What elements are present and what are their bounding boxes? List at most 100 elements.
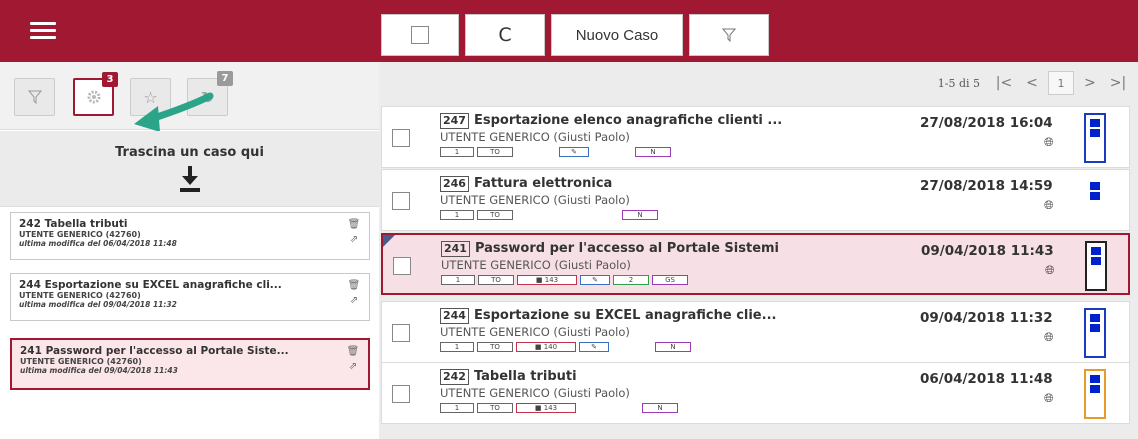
globe-icon: 🌐︎ bbox=[1044, 135, 1054, 149]
case-tag: TO bbox=[477, 210, 513, 220]
top-bar: C Nuovo Caso bbox=[0, 0, 1138, 62]
row-checkbox[interactable] bbox=[392, 129, 410, 147]
case-id: 241 bbox=[441, 241, 470, 257]
case-row[interactable]: 246 Fattura elettronica UTENTE GENERICO (G… bbox=[381, 169, 1130, 231]
trash-icon[interactable]: 🗑 bbox=[348, 280, 361, 291]
case-row-selected[interactable]: 241 Password per l'accesso al Portale Sis… bbox=[381, 233, 1130, 295]
case-title-text: Tabella tributi bbox=[473, 369, 577, 384]
case-title-text: Esportazione elenco anagrafiche clienti … bbox=[473, 113, 783, 128]
status-square-icon bbox=[1090, 324, 1100, 332]
first-page-icon[interactable]: |< bbox=[992, 71, 1016, 95]
case-title[interactable]: 241 Password per l'accesso al Portale Sis… bbox=[441, 241, 861, 257]
case-id: 244 bbox=[440, 308, 469, 324]
drop-zone[interactable]: Trascina un caso qui bbox=[0, 131, 379, 207]
tag-spacer bbox=[516, 147, 556, 157]
status-square-icon bbox=[1090, 375, 1100, 383]
queue-item-modified: ultima modifica del 09/04/2018 11:32 bbox=[19, 300, 177, 309]
refresh-button[interactable]: C bbox=[465, 14, 545, 56]
toolbar: C Nuovo Caso bbox=[381, 14, 769, 56]
case-info: 247 Esportazione elenco anagrafiche clien… bbox=[440, 113, 860, 157]
queue-item-selected[interactable]: 241 Password per l'accesso al Portale Si… bbox=[10, 338, 370, 390]
gear-icon bbox=[87, 90, 100, 104]
case-id: 246 bbox=[440, 176, 469, 192]
queue-item[interactable]: 244 Esportazione su EXCEL anagrafiche cl… bbox=[10, 273, 370, 321]
case-tag: ■ 143 bbox=[516, 403, 576, 413]
last-page-icon[interactable]: >| bbox=[1106, 71, 1130, 95]
case-tag: 1 bbox=[440, 403, 474, 413]
case-tag: TO bbox=[477, 147, 513, 157]
prev-page-icon[interactable]: < bbox=[1020, 71, 1044, 95]
select-all-checkbox[interactable] bbox=[381, 14, 459, 56]
case-row[interactable]: 244 Esportazione su EXCEL anagrafiche cli… bbox=[381, 301, 1130, 363]
case-tag: N bbox=[642, 403, 678, 413]
status-indicator bbox=[1084, 308, 1106, 358]
queue-item-title: 244 Esportazione su EXCEL anagrafiche cl… bbox=[19, 279, 282, 291]
case-info: 242 Tabella tributi UTENTE GENERICO (Giust… bbox=[440, 369, 860, 413]
open-external-icon[interactable]: ⇗ bbox=[350, 295, 358, 306]
next-page-icon[interactable]: > bbox=[1078, 71, 1102, 95]
status-square-icon bbox=[1090, 129, 1100, 137]
case-tag: N bbox=[635, 147, 671, 157]
case-info: 241 Password per l'accesso al Portale Sis… bbox=[441, 241, 861, 285]
pagination: 1-5 di 5 |< < 1 > >| bbox=[938, 70, 1130, 96]
queue-item-user: UTENTE GENERICO (42760) bbox=[19, 230, 141, 239]
status-square-icon bbox=[1090, 192, 1100, 200]
case-list-panel: 1-5 di 5 |< < 1 > >| 247 Esportazione ele… bbox=[381, 62, 1138, 439]
globe-icon: 🌐︎ bbox=[1044, 198, 1054, 212]
case-title[interactable]: 246 Fattura elettronica bbox=[440, 176, 860, 192]
case-title[interactable]: 244 Esportazione su EXCEL anagrafiche cli… bbox=[440, 308, 860, 324]
drop-zone-label: Trascina un caso qui bbox=[115, 145, 264, 160]
row-checkbox[interactable] bbox=[392, 192, 410, 210]
case-user: UTENTE GENERICO (Giusti Paolo) bbox=[440, 325, 630, 339]
case-title-text: Fattura elettronica bbox=[473, 176, 613, 191]
trash-icon[interactable]: 🗑 bbox=[348, 219, 361, 230]
open-external-icon[interactable]: ⇗ bbox=[350, 234, 358, 245]
queue-item[interactable]: 242 Tabella tributi UTENTE GENERICO (427… bbox=[10, 212, 370, 260]
case-title-text: Password per l'accesso al Portale Sistem… bbox=[474, 241, 780, 256]
queue-item-modified: ultima modifica del 06/04/2018 11:48 bbox=[19, 239, 177, 248]
filter-button[interactable] bbox=[689, 14, 769, 56]
globe-icon: 🌐︎ bbox=[1044, 391, 1054, 405]
case-tag: N bbox=[655, 342, 691, 352]
tab-in-progress[interactable]: 3 bbox=[73, 72, 118, 116]
case-title[interactable]: 242 Tabella tributi bbox=[440, 369, 860, 385]
status-square-icon bbox=[1091, 257, 1101, 265]
filter-icon bbox=[722, 28, 736, 42]
tab-filter[interactable] bbox=[14, 78, 55, 116]
tag-spacer bbox=[592, 147, 632, 157]
case-row[interactable]: 247 Esportazione elenco anagrafiche clien… bbox=[381, 106, 1130, 168]
row-checkbox[interactable] bbox=[392, 324, 410, 342]
case-tags: 1 TO ✎ N bbox=[440, 147, 860, 157]
new-case-button[interactable]: Nuovo Caso bbox=[551, 14, 683, 56]
status-indicator bbox=[1084, 369, 1106, 419]
row-checkbox[interactable] bbox=[393, 257, 411, 275]
case-date: 09/04/2018 11:32 bbox=[920, 310, 1053, 326]
globe-icon: 🌐︎ bbox=[1045, 263, 1055, 277]
status-square-icon bbox=[1090, 385, 1100, 393]
case-user: UTENTE GENERICO (Giusti Paolo) bbox=[440, 386, 630, 400]
trash-icon[interactable]: 🗑 bbox=[347, 346, 360, 357]
tag-spacer bbox=[516, 210, 556, 220]
case-id: 247 bbox=[440, 113, 469, 129]
status-square-icon bbox=[1090, 119, 1100, 127]
menu-icon[interactable] bbox=[30, 22, 56, 40]
row-checkbox[interactable] bbox=[392, 385, 410, 403]
case-tag: TO bbox=[477, 342, 513, 352]
queue-item-actions: 🗑 ⇗ bbox=[347, 219, 361, 245]
case-user: UTENTE GENERICO (Giusti Paolo) bbox=[441, 258, 631, 272]
checkbox-icon bbox=[411, 26, 429, 44]
open-external-icon[interactable]: ⇗ bbox=[349, 361, 357, 372]
page-number-input[interactable]: 1 bbox=[1048, 71, 1074, 95]
status-indicator bbox=[1085, 241, 1107, 291]
case-tags: 1 TO N bbox=[440, 210, 860, 220]
download-icon bbox=[179, 166, 200, 192]
case-title-text: Esportazione su EXCEL anagrafiche clie..… bbox=[473, 308, 777, 323]
case-tags: 1 TO ■ 140 ✎ N bbox=[440, 342, 860, 352]
status-square-icon bbox=[1091, 247, 1101, 255]
case-row[interactable]: 242 Tabella tributi UTENTE GENERICO (Giust… bbox=[381, 362, 1130, 424]
case-date: 09/04/2018 11:43 bbox=[921, 243, 1054, 259]
case-tags: 1 TO ■ 143 ✎ 2 GS bbox=[441, 275, 861, 285]
queue-item-actions: 🗑 ⇗ bbox=[347, 280, 361, 306]
case-date: 27/08/2018 14:59 bbox=[920, 178, 1053, 194]
case-title[interactable]: 247 Esportazione elenco anagrafiche clien… bbox=[440, 113, 860, 129]
